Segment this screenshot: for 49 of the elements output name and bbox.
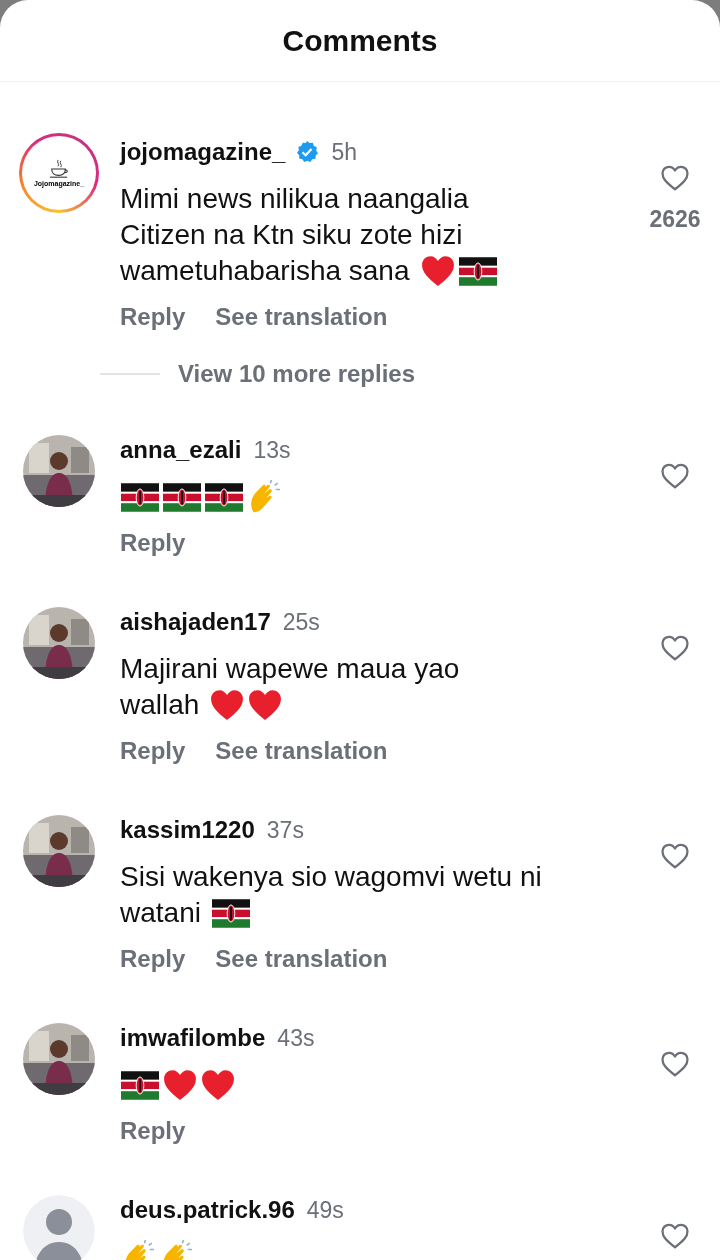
comment-text: wallah	[120, 688, 200, 722]
like-heart-icon[interactable]	[660, 164, 690, 192]
like-heart-icon[interactable]	[660, 462, 690, 490]
coffee-cup-icon	[48, 158, 70, 179]
like-heart-icon[interactable]	[660, 634, 690, 662]
reply-button[interactable]: Reply	[120, 525, 186, 561]
username[interactable]: anna_ezali	[120, 432, 242, 468]
like-heart-icon[interactable]	[660, 842, 690, 870]
reply-button[interactable]: Reply	[120, 941, 186, 977]
comment-time: 49s	[306, 1195, 344, 1225]
reply-button[interactable]: Reply	[120, 1113, 186, 1149]
username[interactable]: imwafilombe	[120, 1020, 266, 1056]
heart-emoji-icon	[420, 255, 455, 287]
see-translation-button[interactable]: See translation	[215, 299, 388, 335]
sheet-title: Comments	[282, 23, 438, 59]
username[interactable]: aishajaden17	[120, 604, 271, 640]
comment-time: 13s	[253, 435, 291, 465]
flag-emoji-icon	[458, 256, 497, 286]
username[interactable]: kassim1220	[120, 812, 255, 848]
heart-emoji-icon	[163, 1069, 197, 1101]
see-translation-button[interactable]: See translation	[215, 733, 388, 769]
like-heart-icon[interactable]	[660, 1222, 690, 1250]
comment-text: Citizen na Ktn siku zote hizi	[120, 218, 463, 252]
like-count: 2626	[649, 205, 701, 234]
comment-text: Sisi wakenya sio wagomvi wetu ni	[120, 860, 542, 894]
heart-emoji-icon	[248, 689, 283, 721]
flag-emoji-icon	[205, 482, 243, 512]
comment-time: 5h	[331, 137, 357, 167]
comment-time: 43s	[277, 1023, 315, 1053]
comment-time: 37s	[266, 815, 304, 845]
comment-text: Majirani wapewe maua yao	[120, 652, 460, 686]
reply-button[interactable]: Reply	[120, 299, 186, 335]
like-heart-icon[interactable]	[660, 1050, 690, 1078]
default-avatar-icon[interactable]	[23, 1195, 95, 1260]
username[interactable]: deus.patrick.96	[120, 1192, 295, 1228]
heart-emoji-icon	[201, 1069, 235, 1101]
heart-emoji-icon	[210, 689, 245, 721]
comment-text: wametuhabarisha sana	[120, 254, 410, 288]
comment-time: 25s	[282, 607, 320, 637]
flag-emoji-icon	[211, 898, 250, 928]
username[interactable]: jojomagazine_	[120, 134, 286, 170]
view-more-replies-button[interactable]: View 10 more replies	[178, 356, 416, 392]
flag-emoji-icon	[163, 482, 201, 512]
flag-emoji-icon	[121, 482, 159, 512]
reply-button[interactable]: Reply	[120, 733, 186, 769]
comment-text: Mimi news nilikua naangalia	[120, 182, 469, 216]
see-translation-button[interactable]: See translation	[215, 941, 388, 977]
flag-emoji-icon	[121, 1070, 159, 1100]
comment-text: watani	[120, 896, 201, 930]
